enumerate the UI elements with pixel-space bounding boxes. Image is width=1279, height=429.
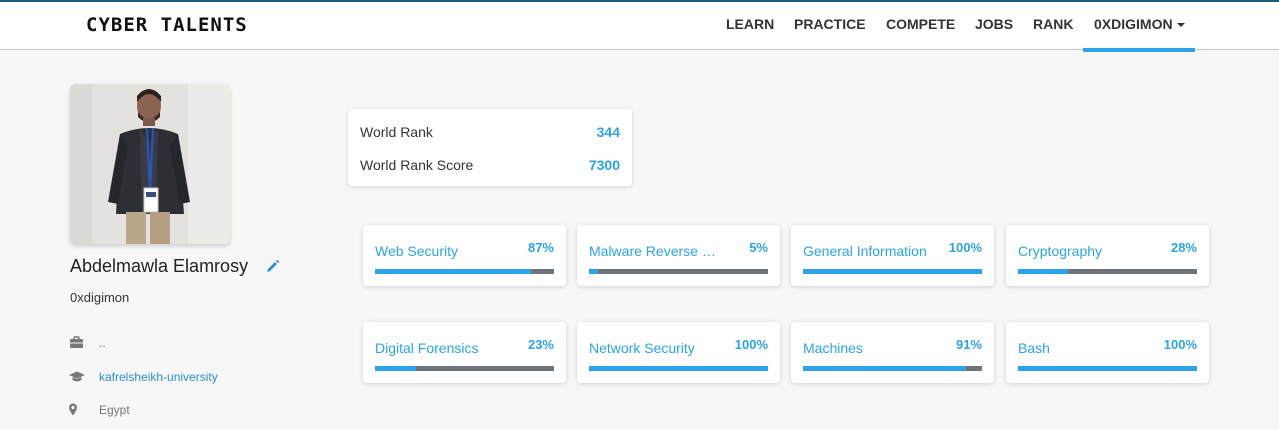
profile-username: 0xdigimon bbox=[70, 290, 130, 305]
user-menu-label: 0XDIGIMON bbox=[1094, 16, 1173, 32]
category-percent: 87% bbox=[527, 240, 554, 255]
category-percent: 28% bbox=[1170, 240, 1197, 255]
progress-bar bbox=[589, 269, 768, 274]
world-rank-card: World Rank 344 World Rank Score 7300 bbox=[348, 109, 632, 186]
pencil-icon[interactable] bbox=[266, 259, 280, 273]
category-card-web-security[interactable]: Web Security 87% bbox=[363, 225, 566, 286]
category-card-malware-reverse-engineering[interactable]: Malware Reverse Engineering 5% bbox=[577, 225, 780, 286]
graduation-cap-icon bbox=[69, 370, 85, 384]
category-card-network-security[interactable]: Network Security 100% bbox=[577, 322, 780, 383]
briefcase-icon bbox=[69, 336, 85, 350]
progress-bar bbox=[375, 366, 554, 371]
category-name: Digital Forensics bbox=[375, 340, 479, 356]
university-link[interactable]: kafrelsheikh-university bbox=[99, 370, 218, 384]
location-text: Egypt bbox=[99, 403, 130, 417]
category-name: Cryptography bbox=[1018, 243, 1103, 259]
progress-bar bbox=[803, 366, 982, 371]
category-name: Web Security bbox=[375, 243, 458, 259]
category-percent: 23% bbox=[527, 337, 554, 352]
nav-learn[interactable]: LEARN bbox=[726, 16, 774, 32]
active-tab-indicator bbox=[1083, 48, 1195, 52]
map-marker-icon bbox=[69, 403, 85, 417]
user-menu-dropdown[interactable]: 0XDIGIMON bbox=[1083, 2, 1195, 52]
world-rank-label: World Rank bbox=[360, 124, 433, 140]
category-name: Network Security bbox=[589, 340, 695, 356]
category-percent: 100% bbox=[948, 240, 982, 255]
profile-name: Abdelmawla Elamrosy bbox=[70, 256, 249, 276]
nav-rank[interactable]: RANK bbox=[1033, 16, 1073, 32]
category-percent: 100% bbox=[1163, 337, 1197, 352]
progress-bar bbox=[375, 269, 554, 274]
category-card-machines[interactable]: Machines 91% bbox=[791, 322, 994, 383]
world-rank-score-value: 7300 bbox=[588, 157, 620, 173]
category-name: Malware Reverse Engineering bbox=[589, 243, 721, 259]
world-rank-value: 344 bbox=[596, 124, 620, 140]
caret-down-icon bbox=[1176, 23, 1185, 28]
progress-bar bbox=[1018, 366, 1197, 371]
top-navbar: CYBER TALENTS LEARN PRACTICE COMPETE JOB… bbox=[0, 0, 1279, 52]
profile-avatar bbox=[70, 84, 230, 244]
category-card-digital-forensics[interactable]: Digital Forensics 23% bbox=[363, 322, 566, 383]
category-card-bash[interactable]: Bash 100% bbox=[1006, 322, 1209, 383]
category-percent: 5% bbox=[749, 240, 768, 255]
category-percent: 100% bbox=[734, 337, 768, 352]
nav-practice[interactable]: PRACTICE bbox=[794, 16, 866, 32]
progress-bar bbox=[803, 269, 982, 274]
category-name: Machines bbox=[803, 340, 863, 356]
work-text: .. bbox=[99, 336, 106, 350]
world-rank-score-label: World Rank Score bbox=[360, 157, 474, 173]
category-card-general-information[interactable]: General Information 100% bbox=[791, 225, 994, 286]
nav-compete[interactable]: COMPETE bbox=[886, 16, 955, 32]
progress-bar bbox=[589, 366, 768, 371]
category-name: Bash bbox=[1018, 340, 1050, 356]
nav-jobs[interactable]: JOBS bbox=[975, 16, 1013, 32]
category-percent: 91% bbox=[955, 337, 982, 352]
progress-bar bbox=[1018, 269, 1197, 274]
category-card-cryptography[interactable]: Cryptography 28% bbox=[1006, 225, 1209, 286]
category-name: General Information bbox=[803, 243, 927, 259]
brand-logo[interactable]: CYBER TALENTS bbox=[86, 14, 248, 36]
